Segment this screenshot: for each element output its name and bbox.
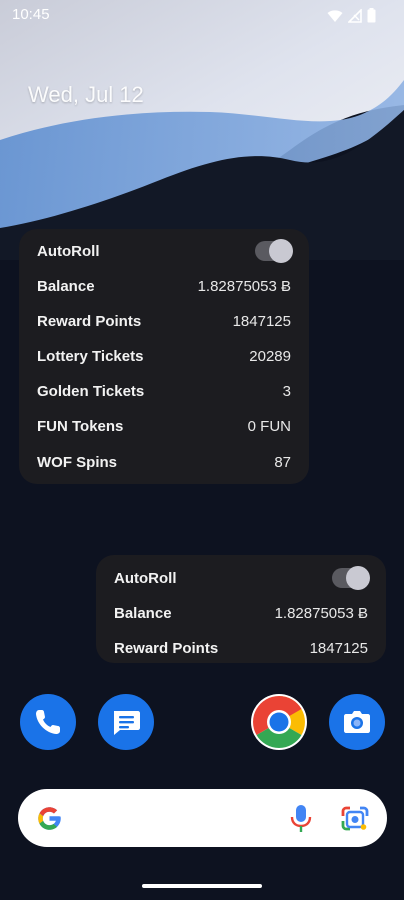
google-logo-icon bbox=[38, 807, 61, 830]
messages-app-icon[interactable] bbox=[98, 694, 154, 750]
toggle-knob bbox=[346, 566, 370, 590]
row-value: 0 FUN bbox=[247, 417, 291, 435]
status-bar: 10:45 bbox=[0, 0, 404, 30]
row-value: 1.82875053 Ƀ bbox=[274, 604, 368, 622]
status-clock: 10:45 bbox=[12, 6, 50, 23]
microphone-icon[interactable] bbox=[290, 804, 312, 833]
chrome-icon bbox=[253, 696, 305, 748]
widget-row-reward-points: Reward Points 1847125 bbox=[37, 309, 291, 333]
camera-app-icon[interactable] bbox=[329, 694, 385, 750]
row-value: 20289 bbox=[249, 347, 291, 365]
widget-row-golden-tickets: Golden Tickets 3 bbox=[37, 379, 291, 403]
cellular-signal-icon bbox=[348, 8, 362, 23]
messages-icon bbox=[114, 711, 140, 735]
autoroll-label: AutoRoll bbox=[114, 569, 177, 587]
row-label: Balance bbox=[37, 277, 95, 295]
row-label: Balance bbox=[114, 604, 172, 622]
row-value: 1.82875053 Ƀ bbox=[197, 277, 291, 295]
autoroll-toggle[interactable] bbox=[255, 239, 293, 263]
toggle-knob bbox=[269, 239, 293, 263]
row-label: Reward Points bbox=[37, 312, 142, 330]
lens-icon[interactable] bbox=[341, 805, 369, 832]
phone-app-icon[interactable] bbox=[20, 694, 76, 750]
widget-row-lottery-tickets: Lottery Tickets 20289 bbox=[37, 344, 291, 368]
row-value: 87 bbox=[274, 453, 291, 471]
status-icons bbox=[327, 8, 376, 23]
gesture-nav-handle[interactable] bbox=[142, 884, 262, 888]
widget-row-balance: Balance 1.82875053 Ƀ bbox=[37, 274, 291, 298]
autoroll-row[interactable]: AutoRoll bbox=[114, 566, 370, 590]
row-value: 3 bbox=[282, 382, 291, 400]
wifi-icon bbox=[327, 9, 343, 22]
widget-row-fun-tokens: FUN Tokens 0 FUN bbox=[37, 414, 291, 438]
row-value: 1847125 bbox=[309, 639, 368, 657]
widget-row-balance: Balance 1.82875053 Ƀ bbox=[114, 601, 368, 625]
google-search-bar[interactable] bbox=[18, 789, 387, 847]
row-label: Reward Points bbox=[114, 639, 219, 657]
camera-icon bbox=[344, 711, 370, 733]
widget-row-reward-points: Reward Points 1847125 bbox=[114, 636, 368, 660]
battery-icon bbox=[367, 8, 376, 23]
autoroll-row[interactable]: AutoRoll bbox=[37, 239, 293, 263]
autoroll-label: AutoRoll bbox=[37, 242, 100, 260]
row-value: 1847125 bbox=[232, 312, 291, 330]
chrome-app-icon[interactable] bbox=[251, 694, 307, 750]
row-label: FUN Tokens bbox=[37, 417, 124, 435]
row-label: WOF Spins bbox=[37, 453, 117, 471]
row-label: Lottery Tickets bbox=[37, 347, 144, 365]
autoroll-widget-small[interactable]: AutoRoll Balance 1.82875053 Ƀ Reward Poi… bbox=[96, 555, 386, 663]
home-date[interactable]: Wed, Jul 12 bbox=[28, 82, 144, 108]
autoroll-toggle[interactable] bbox=[332, 566, 370, 590]
phone-icon bbox=[36, 710, 60, 734]
widget-row-wof-spins: WOF Spins 87 bbox=[37, 450, 291, 474]
autoroll-widget-large[interactable]: AutoRoll Balance 1.82875053 Ƀ Reward Poi… bbox=[19, 229, 309, 484]
row-label: Golden Tickets bbox=[37, 382, 145, 400]
